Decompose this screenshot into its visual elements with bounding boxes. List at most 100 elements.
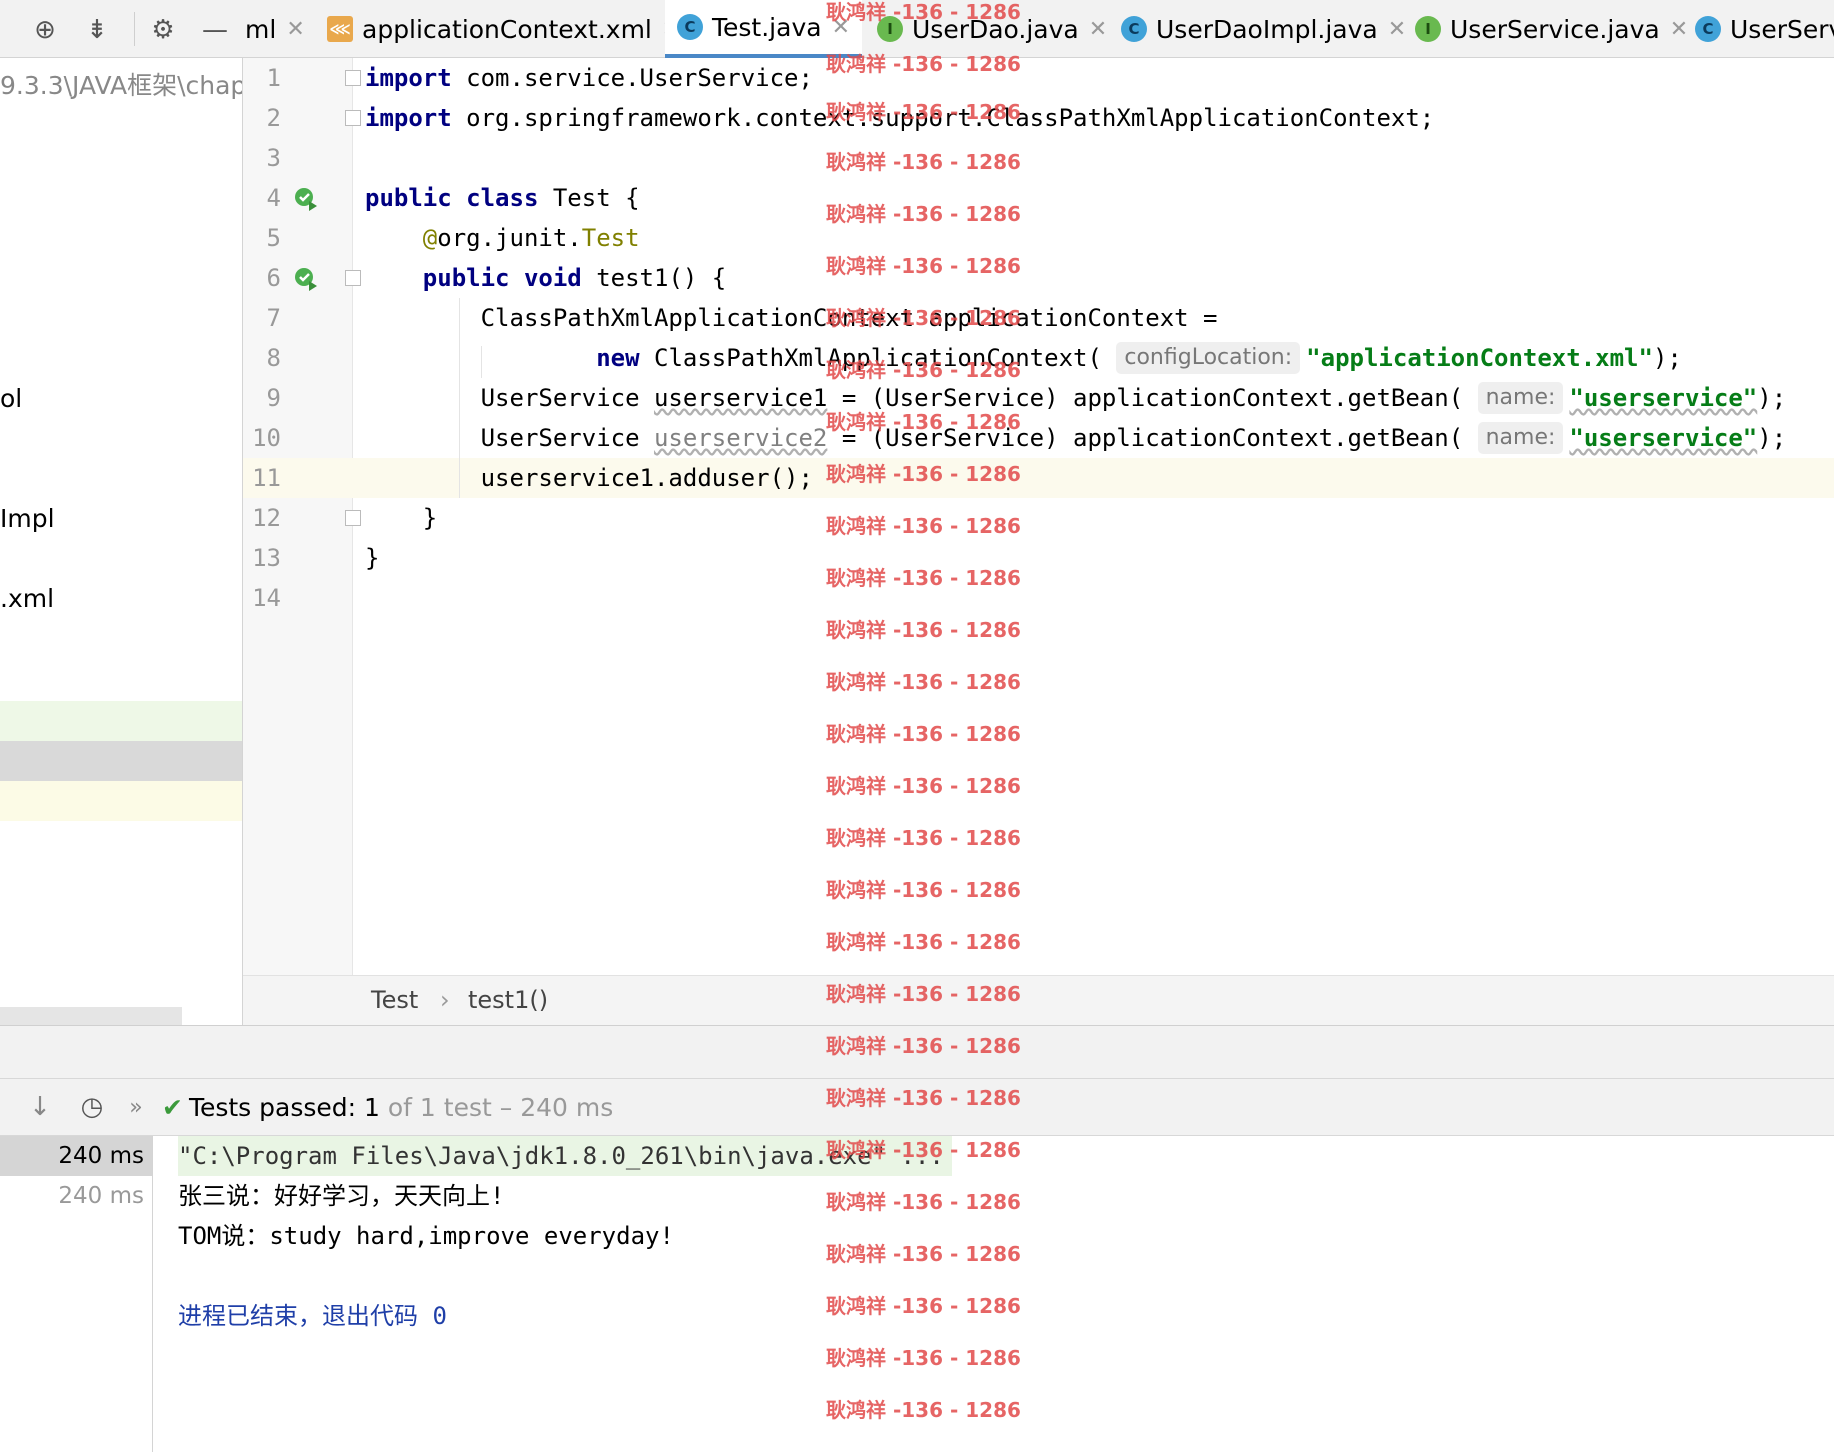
horizontal-scrollbar[interactable]	[0, 1007, 182, 1025]
code-line[interactable]: 9 UserService userservice1 = (UserServic…	[243, 378, 1834, 418]
tab-userserv[interactable]: C UserServ	[1695, 0, 1834, 58]
clock-icon[interactable]: ◷	[74, 1089, 110, 1125]
console-output[interactable]: "C:\Program Files\Java\jdk1.8.0_261\bin\…	[153, 1136, 1834, 1452]
code-text: test1() {	[581, 264, 727, 292]
code-text: UserService	[480, 384, 654, 412]
tab-test-java[interactable]: C Test.java ✕	[665, 0, 862, 58]
editor-tabs: ml✕ ⋘ applicationContext.xml✕ C Test.jav…	[245, 0, 1834, 58]
breadcrumb-method[interactable]: test1()	[468, 986, 548, 1014]
project-row-selected[interactable]	[0, 741, 242, 781]
arrow-down-icon[interactable]: ↓	[22, 1089, 58, 1125]
code-line[interactable]: 1 import com.service.UserService;	[243, 58, 1834, 98]
top-toolbar: ⊕ ⇟ ⚙ — ml✕ ⋘ applicationContext.xml✕ C …	[0, 0, 1834, 58]
parameter-hint: name:	[1477, 422, 1564, 454]
close-icon[interactable]: ✕	[1670, 17, 1688, 42]
code-line[interactable]: 6 public void test1() {	[243, 258, 1834, 298]
interface-file-icon: I	[877, 16, 903, 42]
code-line[interactable]: 2 import org.springframework.context.sup…	[243, 98, 1834, 138]
project-item[interactable]: Impl	[0, 504, 55, 533]
console-exit-line: 进程已结束，退出代码 0	[178, 1302, 447, 1330]
test-tree-row[interactable]: 240 ms	[0, 1176, 152, 1216]
project-item[interactable]: .xml	[0, 584, 54, 613]
indent-guide	[481, 346, 482, 378]
chevron-double-right-icon[interactable]: »	[118, 1089, 154, 1125]
minimize-icon[interactable]: —	[198, 13, 232, 47]
code-line[interactable]: 10 UserService userservice2 = (UserServi…	[243, 418, 1834, 458]
close-icon[interactable]: ✕	[1089, 17, 1107, 42]
code-line[interactable]: 3	[243, 138, 1834, 178]
console-command: "C:\Program Files\Java\jdk1.8.0_261\bin\…	[178, 1136, 952, 1176]
line-number: 6	[266, 264, 281, 292]
code-line[interactable]: 13 }	[243, 538, 1834, 578]
status-detail: of 1 test – 240 ms	[387, 1093, 614, 1122]
line-number: 7	[266, 304, 281, 332]
annotation-at: @	[422, 224, 438, 252]
breadcrumb: Test › test1()	[243, 975, 1834, 1025]
close-icon[interactable]: ✕	[286, 17, 304, 42]
code-text: ClassPathXmlApplicationContext applicati…	[480, 304, 1218, 332]
code-text: }	[422, 504, 438, 532]
code-text: Test {	[538, 184, 640, 212]
console-line: 张三说：好好学习，天天向上!	[178, 1182, 505, 1210]
project-row-highlight[interactable]	[0, 781, 242, 821]
annotation: Test	[581, 224, 640, 252]
status-count: 1	[364, 1093, 380, 1122]
check-icon: ✔	[162, 1093, 183, 1122]
code-line[interactable]: 7 ClassPathXmlApplicationContext applica…	[243, 298, 1834, 338]
fold-icon[interactable]	[345, 510, 361, 526]
code-line[interactable]: 5 @org.junit.Test	[243, 218, 1834, 258]
tab-ml[interactable]: ml ✕	[245, 0, 305, 58]
target-icon[interactable]: ⊕	[28, 13, 62, 47]
close-icon[interactable]: ✕	[1388, 17, 1406, 42]
code-text: ClassPathXmlApplicationContext(	[639, 344, 1102, 372]
string-literal: "userservice"	[1569, 424, 1758, 452]
tab-label: UserDao.java	[912, 14, 1079, 44]
class-file-icon: C	[1121, 16, 1147, 42]
code-text: com.service.UserService;	[451, 64, 813, 92]
gear-icon[interactable]: ⚙	[146, 13, 180, 47]
keyword: public	[365, 184, 452, 212]
line-number: 11	[252, 464, 281, 492]
code-line[interactable]: 14	[243, 578, 1834, 618]
collapse-icon[interactable]: ⇟	[80, 13, 114, 47]
project-item[interactable]: ol	[0, 384, 22, 413]
project-path[interactable]: 9.3.3\JAVA框架\chapte	[0, 66, 242, 102]
code-line[interactable]: 4 public class Test {	[243, 178, 1834, 218]
fold-icon[interactable]	[345, 270, 361, 286]
fold-icon[interactable]	[345, 110, 361, 126]
project-row-highlight[interactable]	[0, 701, 242, 741]
breadcrumb-class[interactable]: Test	[371, 986, 418, 1014]
test-tree: 240 ms 240 ms	[0, 1136, 153, 1452]
tab-userservice-java[interactable]: I UserService.java ✕	[1415, 0, 1688, 58]
class-file-icon: C	[677, 14, 703, 40]
tab-label: UserService.java	[1450, 14, 1660, 44]
indent-guide	[459, 298, 460, 498]
close-icon[interactable]: ✕	[832, 15, 850, 40]
code-editor[interactable]: 1 import com.service.UserService; 2 impo…	[243, 58, 1834, 975]
code-line[interactable]: 12 }	[243, 498, 1834, 538]
tab-label: UserDaoImpl.java	[1156, 14, 1378, 44]
run-test-icon[interactable]	[293, 186, 319, 212]
current-code-line[interactable]: 11 userservice1.adduser();	[243, 458, 1834, 498]
toolbar-divider	[134, 12, 135, 46]
run-test-icon[interactable]	[293, 266, 319, 292]
tab-applicationcontext-xml[interactable]: ⋘ applicationContext.xml✕	[327, 0, 680, 58]
line-number: 5	[266, 224, 281, 252]
chevron-right-icon: ›	[440, 986, 450, 1014]
line-number: 2	[266, 104, 281, 132]
keyword: public	[422, 264, 510, 292]
status-label: Tests passed:	[188, 1093, 357, 1122]
keyword: class	[466, 184, 539, 212]
test-tree-row[interactable]: 240 ms	[0, 1136, 152, 1176]
code-text: userservice1.adduser();	[480, 464, 813, 492]
class-file-icon: C	[1695, 16, 1721, 42]
test-status: ✔ Tests passed: 1 of 1 test – 240 ms	[162, 1093, 613, 1122]
fold-icon[interactable]	[345, 70, 361, 86]
tab-userdaoimpl-java[interactable]: C UserDaoImpl.java ✕	[1121, 0, 1406, 58]
project-panel: 9.3.3\JAVA框架\chapte ol Impl .xml	[0, 58, 243, 1025]
line-number: 3	[266, 144, 281, 172]
line-number: 1	[266, 64, 281, 92]
string-literal: "userservice"	[1569, 384, 1758, 412]
variable: userservice1	[653, 384, 828, 412]
tab-userdao-java[interactable]: I UserDao.java ✕	[877, 0, 1107, 58]
